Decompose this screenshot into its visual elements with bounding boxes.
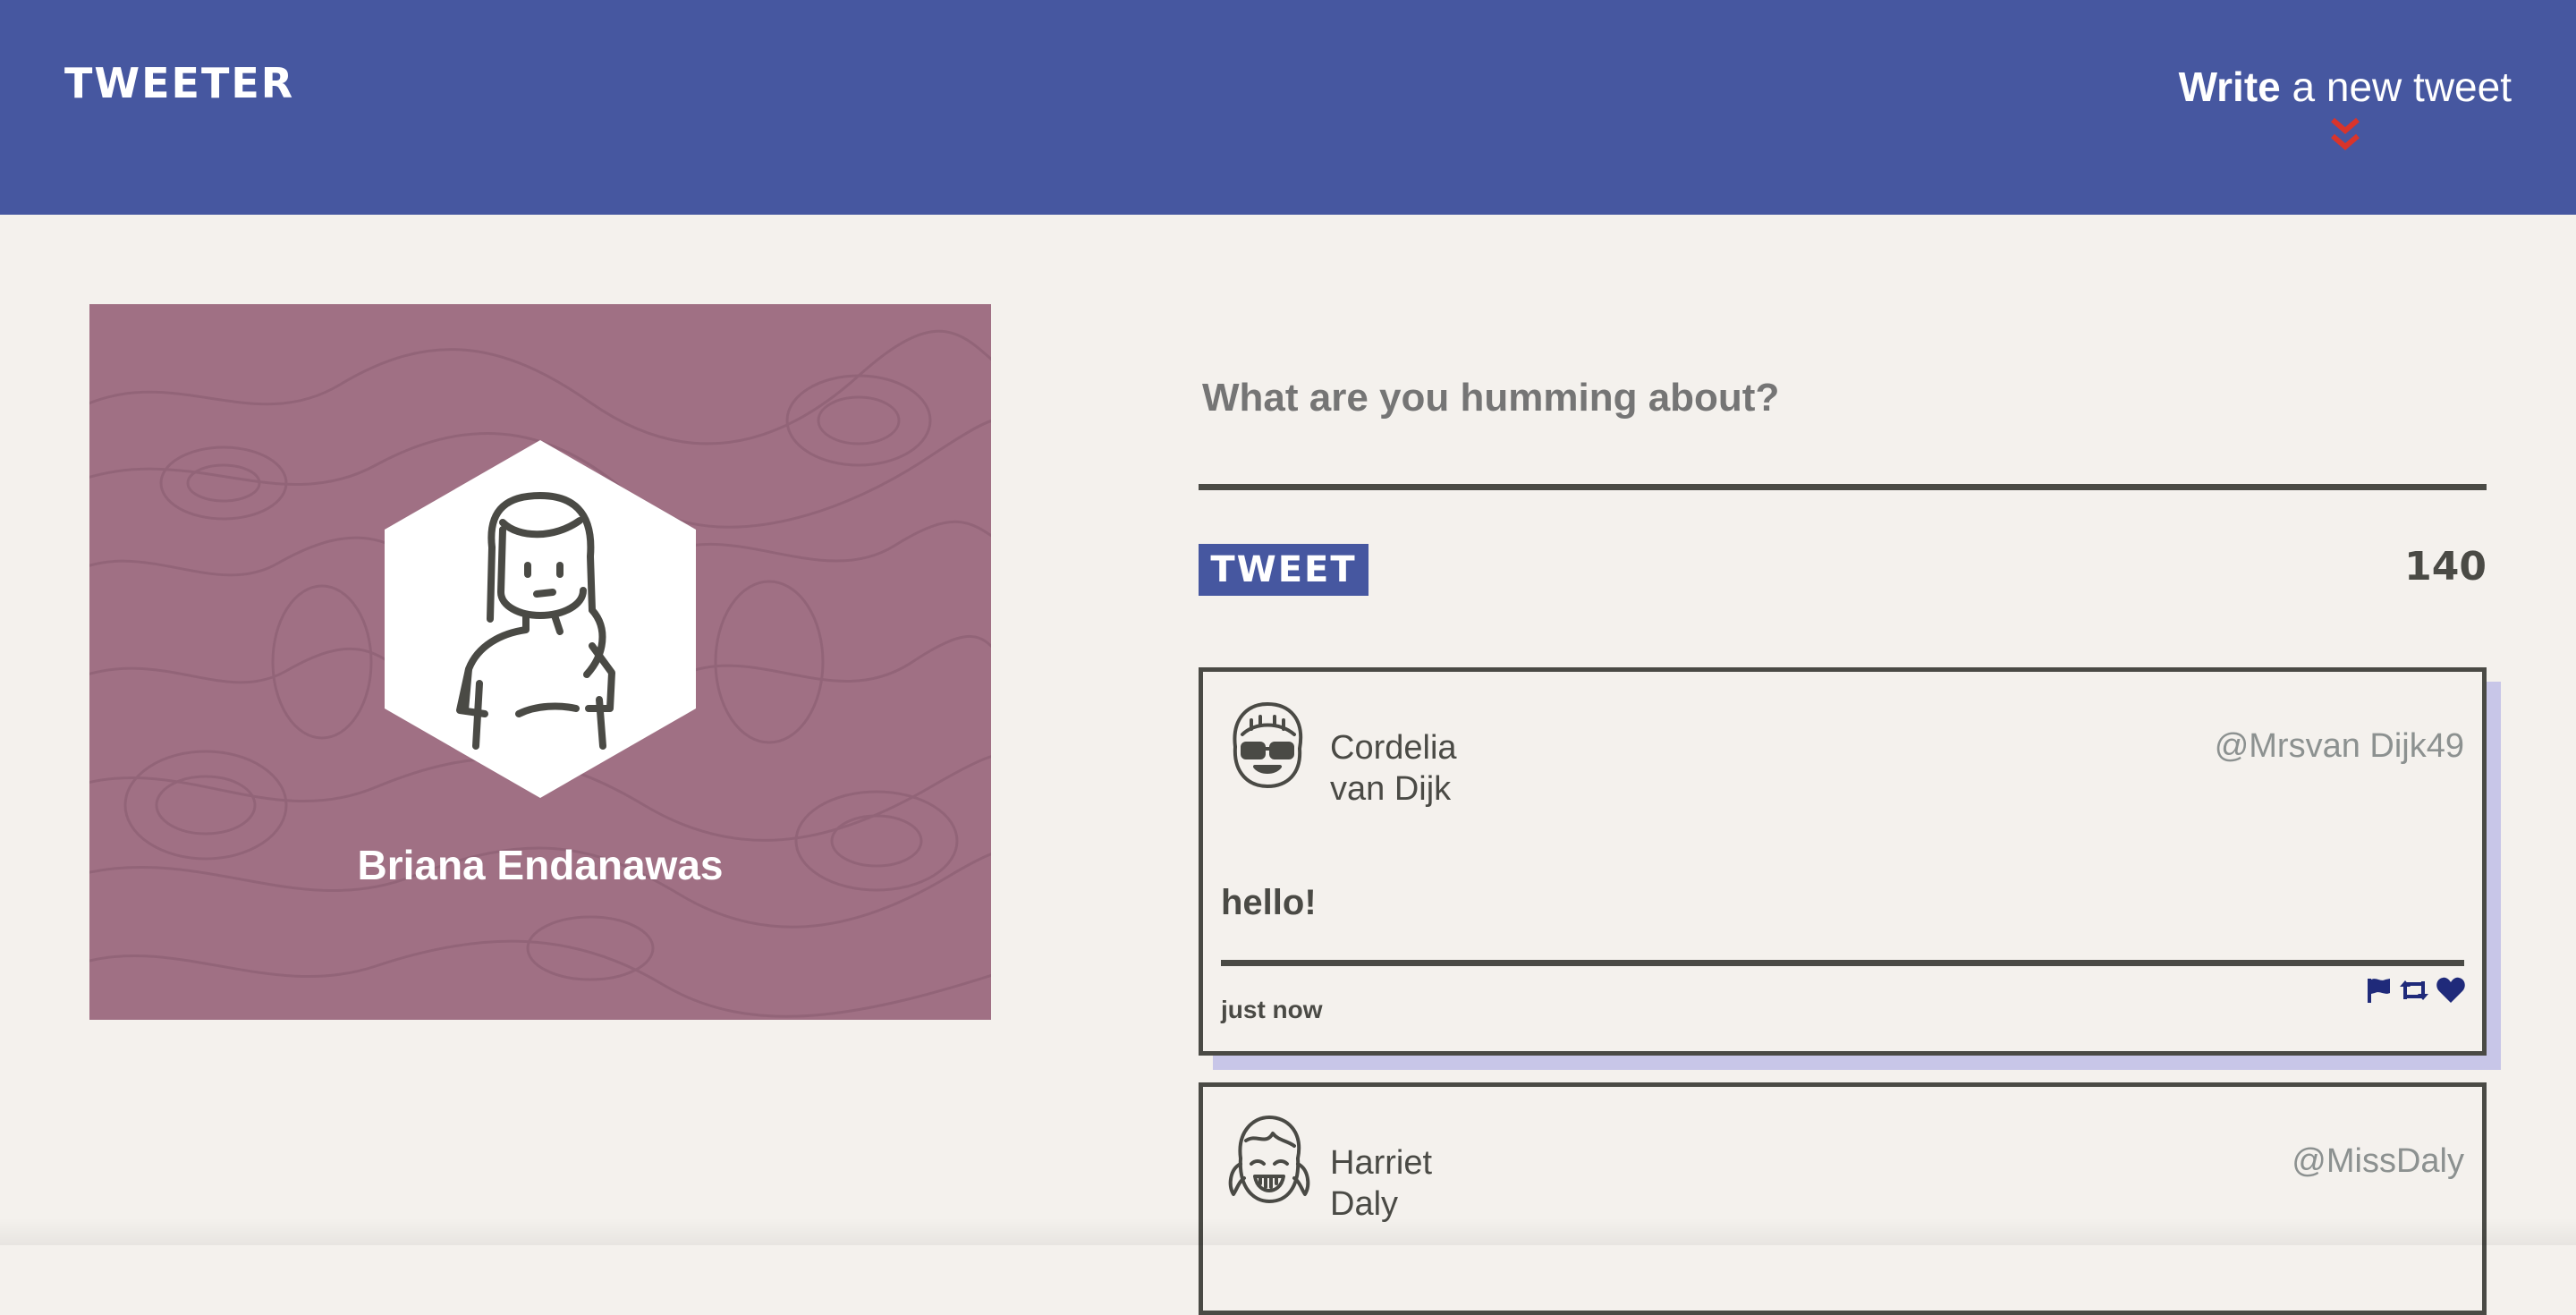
new-tweet-form: TWEET 140 [1199,358,2487,596]
top-nav: TWEETER Write a new tweet [0,0,2576,215]
character-counter: 140 [2404,544,2487,590]
tweet-timestamp: just now [1221,996,1323,1023]
write-new-tweet-toggle[interactable]: Write a new tweet [2179,63,2512,156]
tweet-author-handle: @MissDaly [2292,1142,2464,1180]
tweet-content: hello! [1221,883,1317,922]
bottom-fade [0,1218,2576,1245]
heart-icon[interactable] [2436,976,2466,1005]
tweet-button[interactable]: TWEET [1199,544,1368,596]
tweet-divider [1221,960,2464,966]
retweet-icon[interactable] [2398,976,2430,1005]
flag-icon[interactable] [2364,976,2393,1005]
tweet-author-name: Cordelia van Dijk [1330,729,1457,808]
girl-sunglasses-avatar-icon [1233,702,1303,788]
app-logo[interactable]: TWEETER [64,59,294,107]
tweet-author-name: Harriet Daly [1330,1144,1433,1223]
profile-avatar [385,440,696,798]
tweet-actions [2364,976,2466,1005]
double-chevron-down-icon[interactable] [2327,116,2363,156]
tweet-card[interactable]: Harriet Daly @MissDaly [1199,1082,2487,1315]
profile-name: Briana Endanawas [357,842,724,888]
profile-card: Briana Endanawas [89,304,991,1020]
tweet-author-handle: @Mrsvan Dijk49 [2214,727,2464,765]
tweet-input[interactable] [1199,358,2487,490]
tweet-card[interactable]: Cordelia van Dijk @Mrsvan Dijk49 hello! … [1199,667,2487,1056]
write-new-tweet-label[interactable]: Write a new tweet [2179,63,2512,111]
girl-pigtails-avatar-icon [1228,1116,1310,1203]
